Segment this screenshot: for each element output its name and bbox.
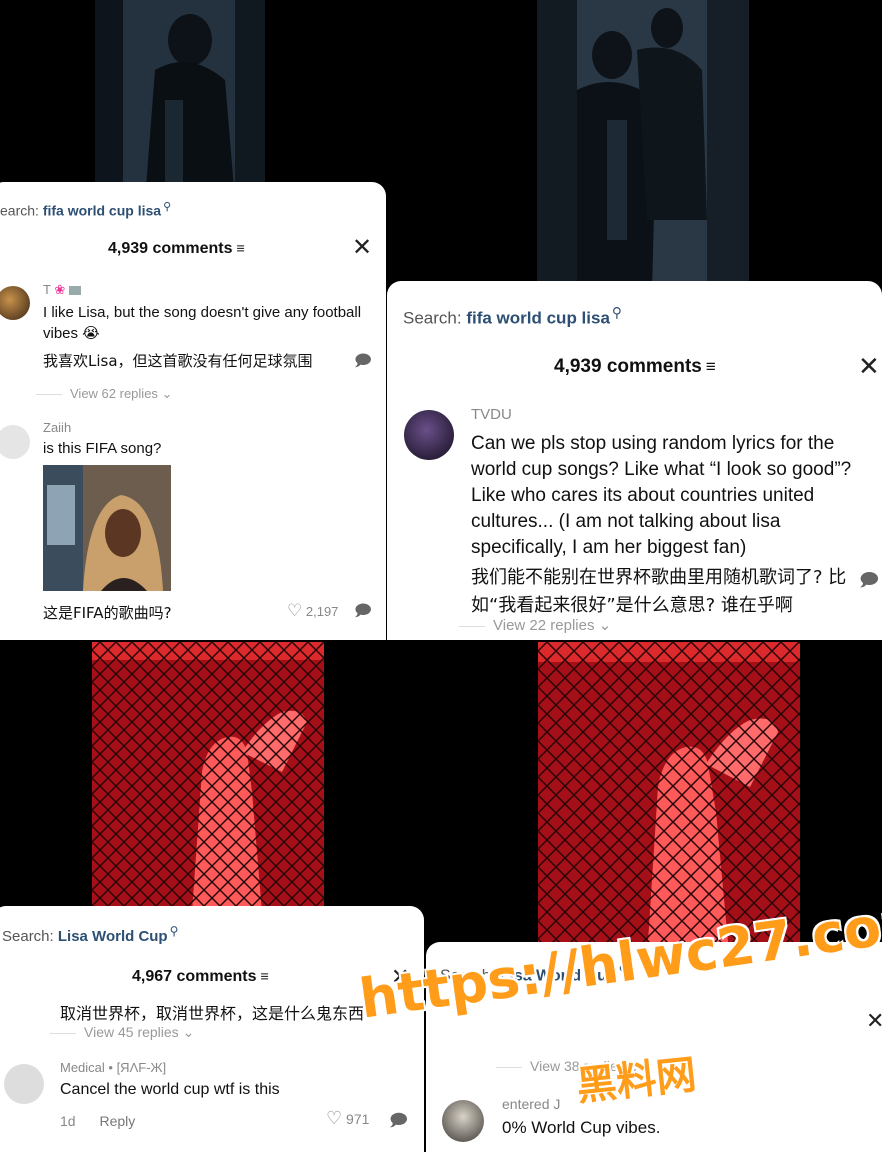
sort-icon[interactable]: ≡ <box>706 357 716 376</box>
search-icon: ⚲ <box>611 305 622 320</box>
comment-translation: 这是FIFA的歌曲吗? <box>43 604 172 622</box>
dislike-icon[interactable]: 🗩 <box>389 1108 408 1137</box>
view-replies[interactable]: View 22 replies ⌄ <box>459 616 611 634</box>
video-frame <box>538 642 800 942</box>
comment-username[interactable]: TVDU <box>471 406 512 423</box>
chevron-down-icon: ⌄ <box>598 617 612 634</box>
view-replies[interactable]: View 45 replies ⌄ <box>50 1024 194 1041</box>
screenshot-bottom-left: Search: Lisa World Cup ⚲ 4,967 comments ≡ … <box>0 642 424 1152</box>
comment-text: 0% World Cup vibes. <box>502 1118 661 1137</box>
comment-text: Cancel the world cup wtf is this <box>60 1081 280 1098</box>
search-icon: ⚲ <box>163 201 172 213</box>
heart-icon: ♡ <box>326 1108 343 1128</box>
close-icon[interactable]: ✕ <box>352 236 372 260</box>
comment-username[interactable]: entered J <box>502 1096 560 1112</box>
search-prefix: Search: <box>403 308 462 328</box>
video-frame <box>95 0 265 200</box>
comment-text: is this FIFA song? <box>43 440 162 457</box>
comment-username[interactable]: Zaiih <box>43 420 71 435</box>
dislike-icon[interactable]: 🗩 <box>859 568 879 598</box>
search-icon: ⚲ <box>169 924 179 938</box>
dislike-icon[interactable]: 🗩 <box>354 350 372 377</box>
comment-time: 1d <box>60 1113 76 1129</box>
search-query: Lisa World Cup <box>57 928 168 945</box>
close-icon[interactable]: ✕ <box>866 1010 882 1032</box>
comment-panel: earch: fifa world cup lisa ⚲ 4,939 commen… <box>0 182 386 640</box>
heart-icon: ♡ <box>287 601 303 620</box>
comment-count: 4,939 comments ≡ <box>554 356 716 377</box>
sort-icon[interactable]: ≡ <box>261 969 269 985</box>
avatar[interactable] <box>404 410 454 460</box>
dislike-icon[interactable]: 🗩 <box>354 600 372 627</box>
chevron-down-icon: ⌄ <box>161 386 173 401</box>
comment-translation: 取消世界杯，取消世界杯，这是什么鬼东西 <box>60 1004 365 1023</box>
comment-translation: 我喜欢Lisa，但这首歌没有任何足球氛围 <box>43 352 313 370</box>
avatar[interactable] <box>4 1064 44 1104</box>
close-icon[interactable]: ✕ <box>858 353 880 379</box>
screenshot-top-left: earch: fifa world cup lisa ⚲ 4,939 commen… <box>0 0 386 640</box>
video-frame <box>537 0 749 290</box>
sort-icon[interactable]: ≡ <box>237 241 245 257</box>
search-bar[interactable]: earch: fifa world cup lisa ⚲ <box>0 200 171 219</box>
search-query: fifa world cup lisa <box>466 308 610 328</box>
comment-image[interactable] <box>43 465 171 591</box>
comment-text: I like Lisa, but the song doesn't give a… <box>43 304 362 342</box>
comment-text: Can we pls stop using random lyrics for … <box>471 433 852 558</box>
avatar[interactable] <box>0 425 30 459</box>
search-query: fifa world cup lisa <box>42 202 162 219</box>
comment-count: 4,967 comments ≡ <box>132 968 269 985</box>
search-prefix: Search: <box>2 928 54 945</box>
comment-translation: 我们能不能别在世界杯歌曲里用随机歌词了? 比如“我看起来很好”是什么意思? 谁在… <box>471 567 847 616</box>
comment-count: 4,939 comments ≡ <box>108 240 245 257</box>
view-replies[interactable]: View 62 replies ⌄ <box>36 386 172 402</box>
search-prefix: earch: <box>0 202 39 219</box>
video-frame <box>92 642 324 912</box>
search-bar[interactable]: Search: fifa world cup lisa ⚲ <box>403 305 622 329</box>
like-button[interactable]: ♡ 971 <box>326 1108 369 1129</box>
avatar[interactable] <box>0 286 30 320</box>
comment-meta: 1d Reply <box>60 1113 135 1129</box>
comment-username[interactable]: T ❀ <box>43 282 81 298</box>
comment-panel: Search: Lisa World Cup ⚲ 4,967 comments ≡ … <box>0 906 424 1152</box>
screenshot-top-right: Search: fifa world cup lisa ⚲ 4,939 comme… <box>387 0 882 640</box>
reply-button[interactable]: Reply <box>99 1113 135 1129</box>
like-button[interactable]: ♡ 2,197 <box>287 601 338 621</box>
search-bar[interactable]: Search: Lisa World Cup ⚲ <box>2 924 178 945</box>
chevron-down-icon: ⌄ <box>182 1024 195 1040</box>
avatar[interactable] <box>442 1100 484 1142</box>
comment-username[interactable]: Medical • [ЯΛF-Ж] <box>60 1060 166 1075</box>
comment-panel: Search: fifa world cup lisa ⚲ 4,939 comme… <box>387 281 882 640</box>
